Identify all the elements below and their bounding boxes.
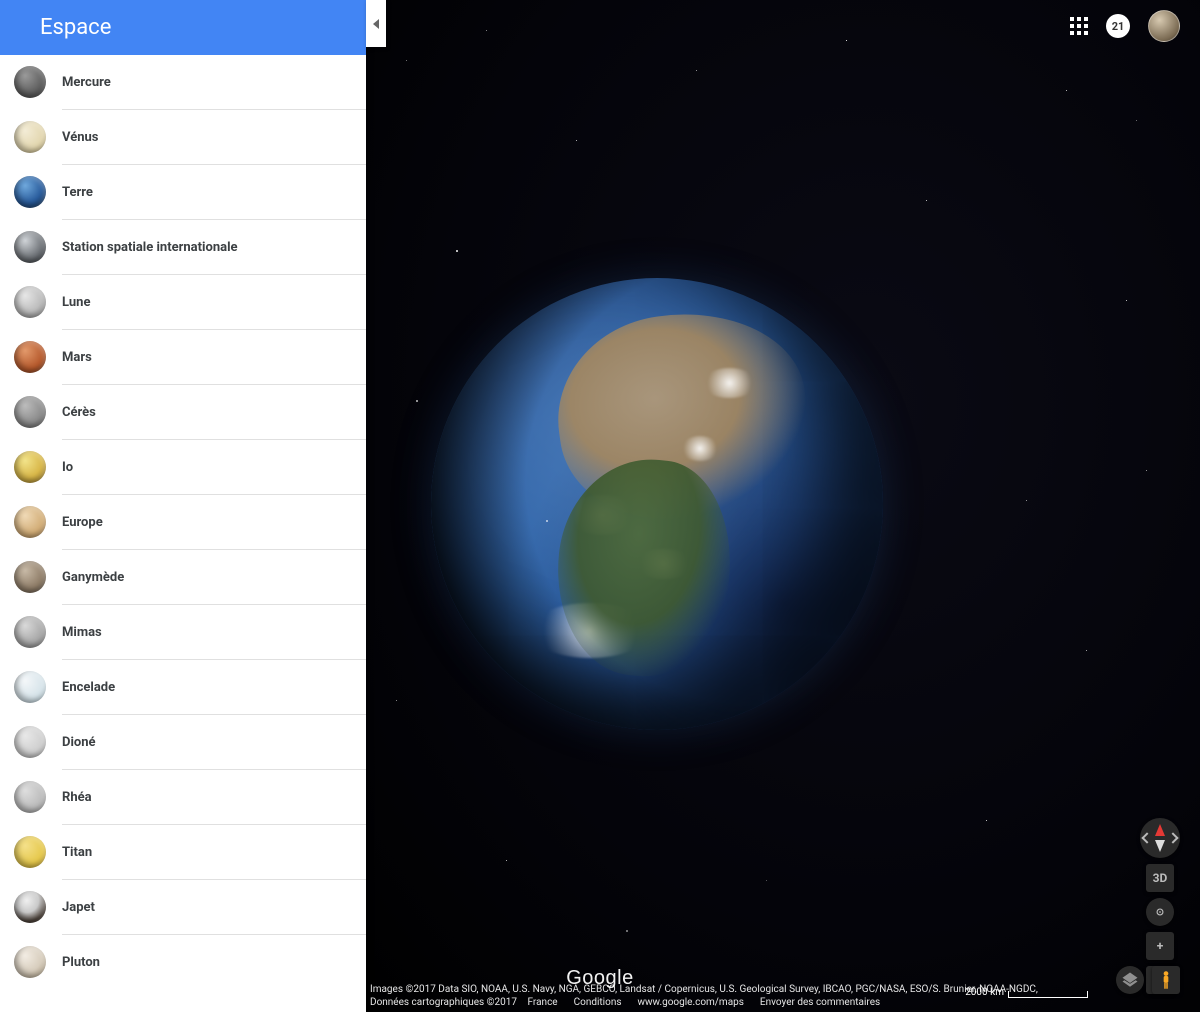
celestial-body-thumb [14,616,46,648]
celestial-body-thumb [14,506,46,538]
celestial-body-thumb [14,341,46,373]
sidebar-title: Espace [0,0,366,55]
celestial-body-thumb [14,726,46,758]
map-canvas[interactable] [366,0,1200,1012]
zoom-in-button[interactable]: + [1146,932,1174,960]
celestial-body-thumb [14,176,46,208]
collapse-sidebar-button[interactable] [366,0,386,47]
celestial-body-label: Ganymède [62,570,124,585]
celestial-body-thumb [14,671,46,703]
footer-link[interactable]: Conditions [574,997,622,1008]
rotate-left-icon [1141,832,1152,843]
celestial-body-item[interactable]: Mercure [0,55,366,109]
celestial-body-label: Pluton [62,955,100,970]
account-avatar[interactable] [1148,10,1180,42]
celestial-body-thumb [14,451,46,483]
celestial-body-item[interactable]: Cérès [0,385,366,439]
celestial-body-thumb [14,231,46,263]
pegman-icon [1159,970,1173,990]
rotate-right-icon [1167,832,1178,843]
celestial-body-item[interactable]: Pluton [0,935,366,989]
celestial-body-label: Dioné [62,735,96,750]
celestial-body-thumb [14,561,46,593]
celestial-body-item[interactable]: Station spatiale internationale [0,220,366,274]
celestial-body-thumb [14,946,46,978]
celestial-body-label: Titan [62,845,92,860]
google-apps-icon[interactable] [1070,17,1088,35]
celestial-body-item[interactable]: Japet [0,880,366,934]
celestial-body-item[interactable]: Terre [0,165,366,219]
target-icon [1153,905,1167,919]
celestial-body-label: Station spatiale internationale [62,240,238,255]
celestial-body-item[interactable]: Dioné [0,715,366,769]
celestial-body-label: Io [62,460,73,475]
footer-link[interactable]: Envoyer des commentaires [760,997,880,1008]
celestial-body-item[interactable]: Europe [0,495,366,549]
celestial-body-item[interactable]: Mars [0,330,366,384]
toggle-3d-button[interactable]: 3D [1146,864,1174,892]
celestial-body-label: Vénus [62,130,98,145]
celestial-body-list: Mercure Vénus Terre Station spatiale intern… [0,55,366,1012]
layers-icon [1121,971,1139,989]
celestial-body-item[interactable]: Ganymède [0,550,366,604]
celestial-body-item[interactable]: Titan [0,825,366,879]
celestial-body-label: Lune [62,295,90,310]
celestial-body-item[interactable]: Mimas [0,605,366,659]
celestial-body-item[interactable]: Io [0,440,366,494]
celestial-body-thumb [14,781,46,813]
celestial-body-label: Cérès [62,405,96,420]
compass-control[interactable] [1140,818,1180,858]
notifications-badge[interactable]: 21 [1106,14,1130,38]
celestial-body-label: Encelade [62,680,115,695]
pegman-button[interactable] [1152,966,1180,994]
space-sidebar: Espace Mercure Vénus Terre Station spatiale… [0,0,366,1012]
footer-link[interactable]: www.google.com/maps [638,997,744,1008]
chevron-left-icon [373,19,379,29]
celestial-body-thumb [14,66,46,98]
footer-link[interactable]: France [528,997,558,1008]
celestial-body-thumb [14,396,46,428]
celestial-body-label: Rhéa [62,790,92,805]
celestial-body-item[interactable]: Encelade [0,660,366,714]
celestial-body-item[interactable]: Vénus [0,110,366,164]
celestial-body-label: Mars [62,350,92,365]
celestial-body-thumb [14,891,46,923]
celestial-body-item[interactable]: Rhéa [0,770,366,824]
celestial-body-thumb [14,286,46,318]
earth-globe [431,278,883,730]
my-location-button[interactable] [1146,898,1174,926]
celestial-body-label: Japet [62,900,95,915]
celestial-body-thumb [14,836,46,868]
celestial-body-label: Mercure [62,75,111,90]
celestial-body-thumb [14,121,46,153]
celestial-body-item[interactable]: Lune [0,275,366,329]
celestial-body-label: Terre [62,185,93,200]
attribution-footer: Images ©2017 Data SIO, NOAA, U.S. Navy, … [370,983,1070,1009]
imagery-date-button[interactable] [1116,966,1144,994]
celestial-body-label: Europe [62,515,103,530]
celestial-body-label: Mimas [62,625,102,640]
